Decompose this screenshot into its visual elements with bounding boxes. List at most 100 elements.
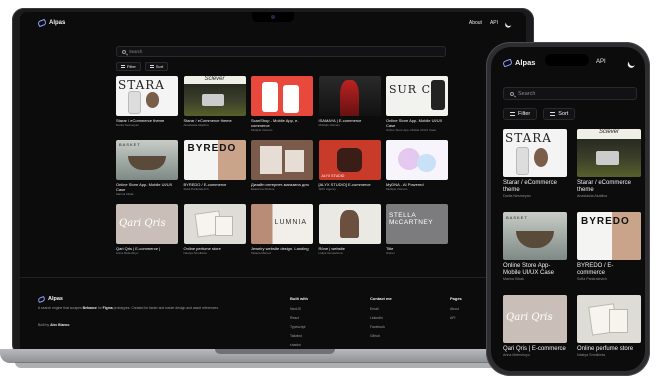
card-thumbnail[interactable]: LUMNIA [251,204,313,244]
result-card[interactable]: MyDNA - AI Powered Multiple Owners [386,140,448,191]
card-thumbnail[interactable]: SUR CA [386,76,448,116]
card-thumbnail[interactable] [251,76,313,116]
card-thumbnail[interactable]: STARA [116,76,178,116]
phone-card-title[interactable]: BYREDO / E-commerce [577,263,641,277]
thumb-text: LUMNIA [274,219,307,227]
nav-api-link[interactable]: API [490,20,498,26]
footer-logo[interactable]: Alpas [37,295,63,303]
camera-notch [252,12,294,22]
thumb-text: BYREDO [187,143,237,155]
filter-icon [510,112,515,116]
laptop-shadow [15,362,545,368]
result-card[interactable]: STARA Starar / eCommerce theme Dariia Nesm… [116,76,178,127]
thumb-text: STELLA McCARTNEY [389,212,434,226]
footer-link[interactable]: Github [370,332,392,341]
card-thumbnail[interactable]: ALYX STUDIO [318,140,381,180]
phone-card-title[interactable]: Starar / eCommerce theme [577,180,641,194]
phone-result-card[interactable]: Sclever Starar / eCommerce theme Anastasii… [577,129,641,199]
phone-search-input[interactable]: Search [503,87,637,100]
footer-link[interactable]: React [290,314,308,323]
card-thumbnail[interactable] [318,204,381,244]
search-icon [122,49,126,54]
card-thumbnail[interactable] [251,140,313,180]
figma-link[interactable]: Figma [103,306,113,310]
thumb-art [285,150,304,172]
phone-card-title[interactable]: Online Store App- Mobile UI/UX Case [503,263,567,277]
result-card[interactable]: Online perfume store Nastya Smolkinta [183,204,246,255]
phone-card-title[interactable]: Qari Qris | E-commerce [503,346,567,353]
author-link[interactable]: Alec Bianco [50,323,69,327]
footer-link[interactable]: API [450,314,462,323]
phone-card-thumbnail[interactable]: Qari Qris [503,295,567,343]
phone-card-thumbnail[interactable] [577,295,641,343]
card-thumbnail[interactable] [183,204,246,244]
card-title[interactable]: Online Store App- Mobile UI/UX Case [386,118,448,128]
card-author: Online Store App- Mobile UI/UX Case [386,128,437,132]
phone-result-card[interactable]: Qari Qris Qari Qris | E-commerce Arina Mel… [503,295,567,358]
brand-logo[interactable]: Alpas [37,18,65,28]
phone-result-card[interactable]: Online perfume store Nastya Smolkinta [577,295,641,358]
result-card[interactable]: ISAMAYA | E-commerce Multiple Owners [318,76,381,127]
card-title[interactable]: Online Store App- Mobile UI/UX Case [116,182,178,192]
card-thumbnail[interactable]: BYREDO [183,140,246,180]
result-card[interactable]: ALYX STUDIO [ALYX STUDIO] E-commerce SMC A… [318,140,381,191]
card-thumbnail[interactable] [386,140,448,180]
behance-link[interactable]: Behance [83,306,97,310]
phone-result-card[interactable]: STARA Starar / eCommerce theme Dariia Nesm… [503,129,567,199]
search-input[interactable]: Search [116,46,446,57]
phone-card-title[interactable]: Online perfume store [577,346,641,353]
filter-button[interactable]: Filter [116,62,141,71]
card-author: Owner [386,251,395,255]
phone-nav-api-link[interactable]: API [596,59,606,65]
thumb-art [596,150,619,165]
phone-card-title[interactable]: Starar / eCommerce theme [503,180,567,194]
card-author: Multiple Owners [386,187,408,191]
phone-brand-logo[interactable]: Alpas [502,58,535,67]
result-card[interactable]: ScanShop - Mobile App, e-commerce Multipl… [251,76,313,132]
result-card[interactable]: Rône | website Lidiya Gunashova [318,204,381,255]
footer-link[interactable]: NextJS [290,305,308,314]
result-card[interactable]: Дизайн интернет-магазина для Ekaterina Sh… [251,140,313,191]
footer-link[interactable]: LinkedIn [370,314,392,323]
result-card[interactable]: LUMNIA Jewelry website design. Landing Tat… [251,204,313,255]
phone-sort-button[interactable]: Sort [543,108,576,120]
thumb-art [128,156,166,170]
phone-search-placeholder: Search [518,90,536,97]
moon-icon[interactable] [628,58,638,68]
phone-sort-label: Sort [558,111,569,117]
footer-link[interactable]: Email [370,305,392,314]
card-title[interactable]: ScanShop - Mobile App, e-commerce [251,118,313,128]
card-thumbnail[interactable] [318,76,381,116]
card-author: Nastya Smolkinta [183,251,207,255]
moon-icon[interactable] [505,19,513,27]
result-card[interactable]: STELLA McCARTNEY Title Owner [386,204,448,255]
footer-link[interactable]: About [450,305,462,314]
phone-card-thumbnail[interactable]: Sclever [577,129,641,177]
footer-link[interactable]: Typescript [290,323,308,332]
footer-link[interactable]: Tailwind [290,332,308,341]
result-card[interactable]: BYREDO BYREDO / E-commerce Sofia Pankratev… [183,140,246,191]
card-thumbnail[interactable]: BASKET [116,140,178,180]
phone-card-thumbnail[interactable]: STARA [503,129,567,177]
result-card[interactable]: Sclever Starar / eCommerce theme Anastasii… [183,76,246,127]
phone-card-thumbnail[interactable]: BASKET [503,212,567,260]
sort-button[interactable]: Sort [144,62,169,71]
result-card[interactable]: Qari Qris Qari Qris | E-commerce | Arina M… [116,204,178,255]
card-thumbnail[interactable]: Qari Qris [116,204,178,244]
result-card[interactable]: BASKET Online Store App- Mobile UI/UX Cas… [116,140,178,196]
card-thumbnail[interactable]: STELLA McCARTNEY [386,204,448,244]
phone-result-card[interactable]: BASKET Online Store App- Mobile UI/UX Cas… [503,212,567,282]
card-author: Tatiana Maroof [251,251,271,255]
phone-result-card[interactable]: BYREDO BYREDO / E-commerce Sofia Pankratev… [577,212,641,282]
nav-about-link[interactable]: About [469,20,482,26]
phone-filter-button[interactable]: Filter [503,108,538,120]
phone-card-thumbnail[interactable]: BYREDO [577,212,641,260]
search-icon [510,91,514,96]
card-thumbnail[interactable]: Sclever [183,76,246,116]
phone-screen: Alpas API Search Filter Sort STARA Starar… [491,47,645,371]
result-card[interactable]: SUR CA Online Store App- Mobile UI/UX Cas… [386,76,448,132]
card-author: Ekaterina Shilova [251,187,275,191]
phone-card-author: Dariia Nesmeyan [503,194,531,198]
thumb-art [202,94,224,106]
footer-link[interactable]: Facebook [370,323,392,332]
